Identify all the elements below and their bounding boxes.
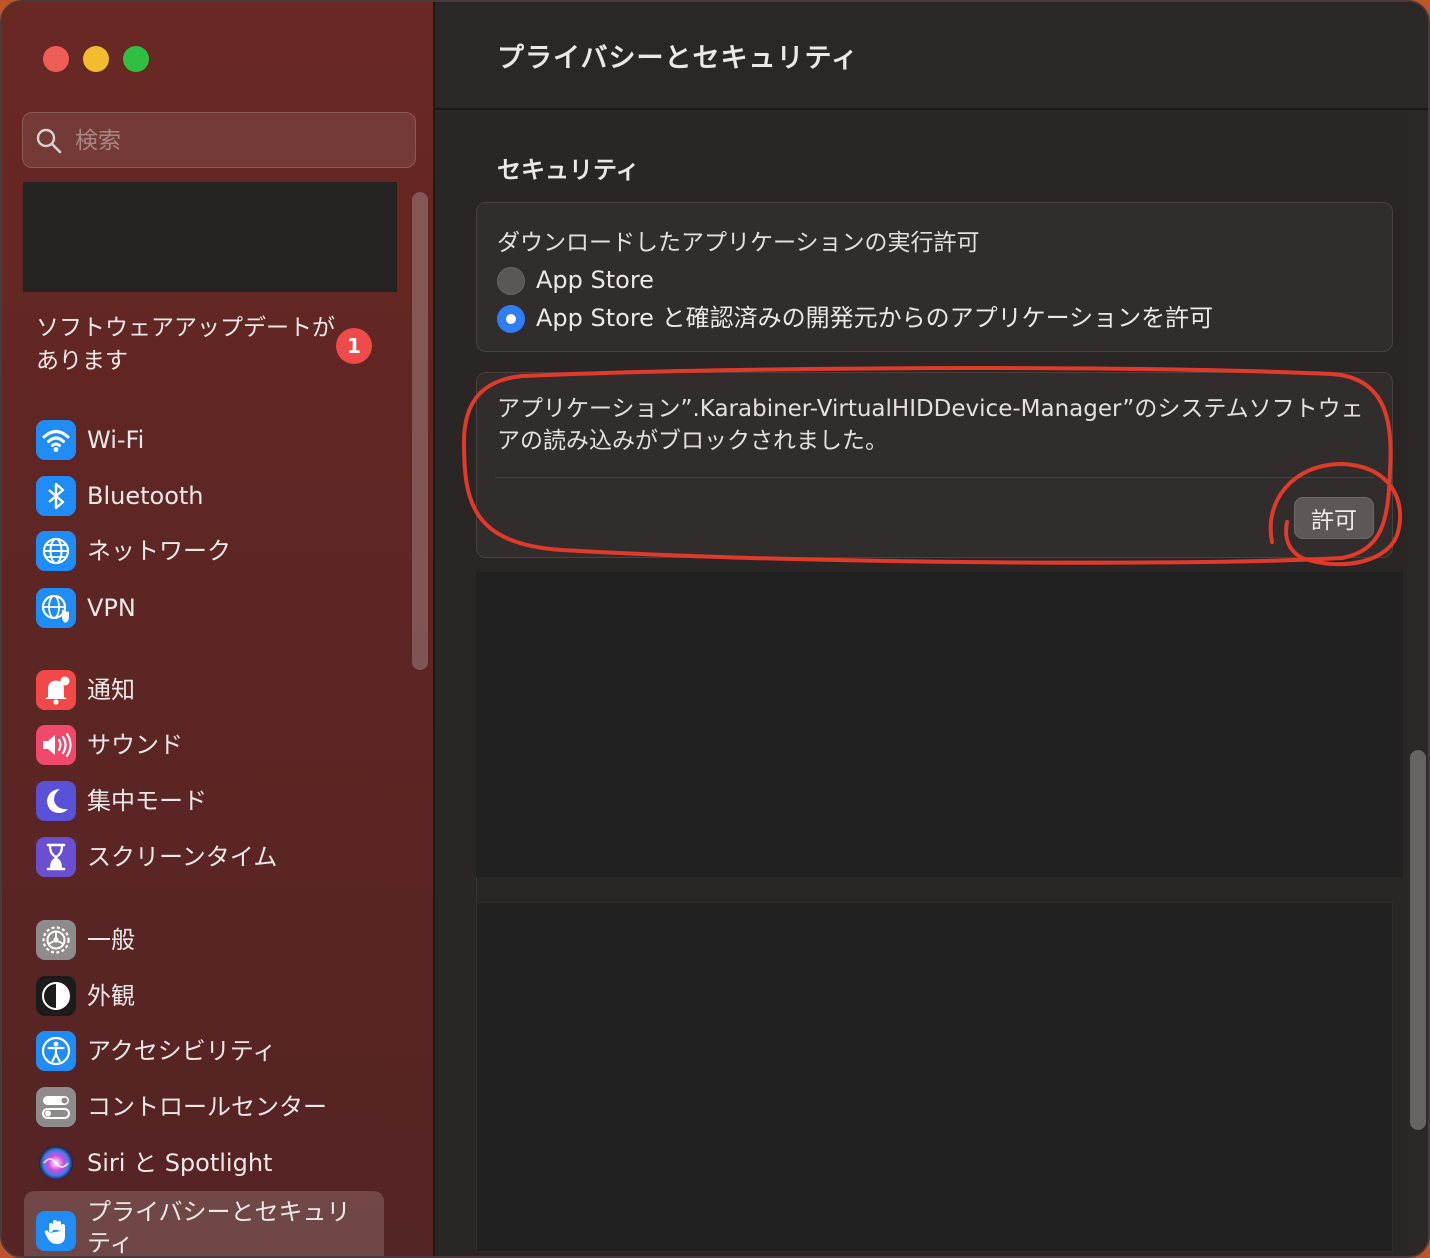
divider — [495, 477, 1374, 478]
download-permission-heading: ダウンロードしたアプリケーションの実行許可 — [497, 230, 980, 256]
sidebar-item-label: ネットワーク — [87, 537, 231, 565]
minimize-button[interactable] — [83, 46, 109, 72]
search-input[interactable] — [75, 121, 395, 161]
globe-icon — [36, 531, 76, 571]
zoom-button[interactable] — [123, 46, 149, 72]
redacted-region — [476, 572, 1403, 877]
sidebar-item-label: アクセシビリティ — [87, 1037, 277, 1065]
redacted-region — [476, 902, 1393, 1252]
search-icon — [35, 127, 63, 155]
sidebar-item-sound[interactable]: サウンド — [24, 719, 384, 771]
software-update-label: ソフトウェアアップデートがあります — [36, 315, 335, 374]
sidebar-item-label: サウンド — [87, 731, 183, 759]
speaker-icon — [36, 725, 76, 765]
sidebar-scrollbar[interactable] — [412, 192, 428, 670]
panel-gap — [476, 877, 1393, 902]
radio-button-selected[interactable] — [497, 305, 525, 333]
sidebar-item-privacy-security[interactable]: プライバシーとセキュリティ — [24, 1191, 384, 1257]
sidebar-item-label: VPN — [87, 594, 136, 622]
appearance-icon — [36, 976, 76, 1016]
sidebar-item-notifications[interactable]: 通知 — [24, 664, 384, 716]
vpn-globe-icon — [36, 588, 76, 628]
hourglass-icon — [36, 837, 76, 877]
main-scrollbar[interactable] — [1410, 750, 1426, 1130]
radio-button-unselected[interactable] — [497, 267, 525, 295]
sidebar-item-vpn[interactable]: VPN — [24, 582, 384, 634]
sidebar-item-siri-spotlight[interactable]: Siri と Spotlight — [24, 1137, 384, 1189]
main-header: プライバシーとセキュリティ — [435, 2, 1428, 110]
sidebar-item-label: 集中モード — [87, 787, 207, 815]
sidebar: ソフトウェアアップデートがあります 1 Wi-Fi Bluetooth ネットワ… — [2, 2, 435, 1256]
search-field[interactable] — [22, 112, 416, 168]
sidebar-item-label: Siri と Spotlight — [87, 1149, 273, 1177]
software-update-notice[interactable]: ソフトウェアアップデートがあります 1 — [36, 312, 386, 382]
bell-icon — [36, 670, 76, 710]
sidebar-item-accessibility[interactable]: アクセシビリティ — [24, 1025, 384, 1077]
gear-icon — [36, 920, 76, 960]
section-title-security: セキュリティ — [497, 156, 640, 184]
sidebar-item-wifi[interactable]: Wi-Fi — [24, 414, 384, 466]
sidebar-item-control-center[interactable]: コントロールセンター — [24, 1081, 384, 1133]
siri-icon — [36, 1143, 76, 1183]
radio-label: App Store と確認済みの開発元からのアプリケーションを許可 — [536, 304, 1214, 332]
radio-label: App Store — [536, 266, 654, 294]
sidebar-item-focus[interactable]: 集中モード — [24, 775, 384, 827]
page-title: プライバシーとセキュリティ — [497, 43, 859, 74]
sidebar-item-label: 一般 — [87, 926, 135, 954]
account-card-redacted[interactable] — [23, 182, 397, 292]
sidebar-item-label: コントロールセンター — [87, 1093, 327, 1121]
close-button[interactable] — [43, 46, 69, 72]
sidebar-item-appearance[interactable]: 外観 — [24, 970, 384, 1022]
wifi-icon — [36, 420, 76, 460]
blocked-software-message: アプリケーション”.Karabiner-VirtualHIDDevice-Man… — [497, 396, 1364, 454]
sidebar-item-label: Wi-Fi — [87, 426, 145, 454]
system-settings-window: ソフトウェアアップデートがあります 1 Wi-Fi Bluetooth ネットワ… — [0, 0, 1430, 1258]
download-permission-panel: ダウンロードしたアプリケーションの実行許可 App Store App Stor… — [476, 202, 1393, 352]
sidebar-item-bluetooth[interactable]: Bluetooth — [24, 470, 384, 522]
toggles-icon — [36, 1087, 76, 1127]
sidebar-item-network[interactable]: ネットワーク — [24, 525, 384, 577]
accessibility-icon — [36, 1031, 76, 1071]
sidebar-item-label: スクリーンタイム — [87, 843, 278, 871]
sidebar-item-general[interactable]: 一般 — [24, 914, 384, 966]
moon-icon — [36, 781, 76, 821]
sidebar-item-label: Bluetooth — [87, 482, 204, 510]
allow-button[interactable]: 許可 — [1294, 497, 1374, 539]
sidebar-item-label: 通知 — [87, 676, 135, 704]
hand-icon — [36, 1211, 76, 1251]
sidebar-item-screen-time[interactable]: スクリーンタイム — [24, 831, 384, 883]
blocked-software-panel: アプリケーション”.Karabiner-VirtualHIDDevice-Man… — [476, 372, 1393, 558]
sidebar-item-label: プライバシーとセキュリティ — [87, 1198, 351, 1257]
update-count-badge: 1 — [336, 328, 372, 364]
main-content: プライバシーとセキュリティ セキュリティ ダウンロードしたアプリケーションの実行… — [435, 2, 1428, 1256]
bluetooth-icon — [36, 476, 76, 516]
sidebar-item-label: 外観 — [87, 982, 135, 1010]
